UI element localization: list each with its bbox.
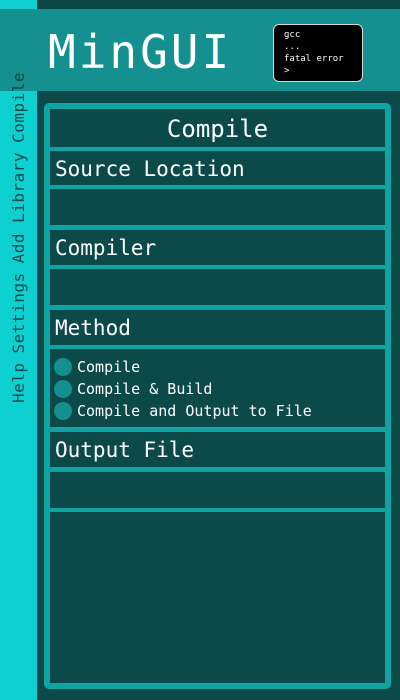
source-location-label: Source Location [55, 157, 245, 181]
radio-button-icon[interactable] [54, 380, 72, 398]
terminal-line: ... [284, 42, 301, 52]
method-option-label: Compile and Output to File [77, 402, 312, 420]
sidebar-item-add-library[interactable]: Add Library [9, 152, 28, 263]
output-file-field-box [50, 472, 385, 508]
method-options: Compile Compile & Build Compile and Outp… [50, 349, 385, 427]
output-file-input[interactable] [50, 472, 385, 508]
compiler-label-box: Compiler [50, 230, 385, 265]
terminal-icon: gcc ... fatal error > [273, 24, 363, 82]
compile-panel: Compile Source Location Compiler Method … [44, 103, 391, 689]
method-label-box: Method [50, 310, 385, 345]
radio-button-icon[interactable] [54, 358, 72, 376]
method-option-compile[interactable]: Compile [54, 357, 140, 377]
output-log-area [50, 512, 385, 683]
panel-title: Compile [166, 115, 269, 143]
radio-button-icon[interactable] [54, 402, 72, 420]
sidebar-item-help[interactable]: Help [9, 362, 28, 403]
sidebar-nav: Help Settings Add Library Compile [7, 0, 29, 403]
terminal-line: fatal error [284, 54, 344, 64]
method-label: Method [55, 316, 131, 340]
output-file-label: Output File [55, 438, 195, 462]
panel-title-box: Compile [50, 109, 385, 147]
method-option-label: Compile [77, 358, 141, 376]
method-option-compile-build[interactable]: Compile & Build [54, 379, 212, 399]
source-location-label-box: Source Location [50, 151, 385, 185]
terminal-line: gcc [284, 30, 301, 40]
compiler-field-box [50, 269, 385, 305]
sidebar-item-settings[interactable]: Settings [9, 272, 28, 353]
sidebar-item-compile[interactable]: Compile [9, 72, 28, 143]
source-location-input[interactable] [50, 189, 385, 225]
method-option-label: Compile & Build [77, 380, 213, 398]
terminal-line: > [284, 66, 290, 76]
compiler-input[interactable] [50, 269, 385, 305]
method-option-compile-output[interactable]: Compile and Output to File [54, 401, 312, 421]
source-location-field-box [50, 189, 385, 225]
top-strip [0, 0, 400, 9]
app-title: MinGUI [48, 25, 233, 79]
output-file-label-box: Output File [50, 432, 385, 467]
header: MinGUI gcc ... fatal error > [0, 9, 400, 91]
compiler-label: Compiler [55, 236, 157, 260]
